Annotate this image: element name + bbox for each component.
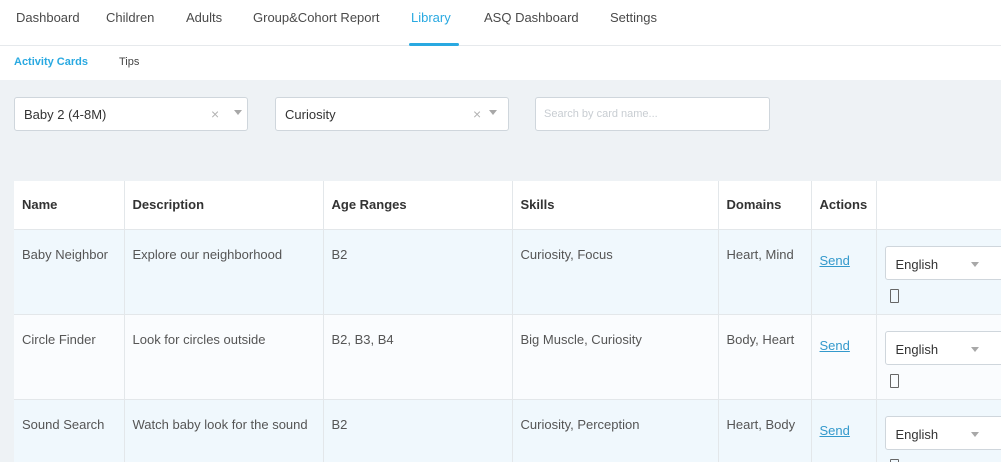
subtab-activity-cards[interactable]: Activity Cards: [14, 56, 88, 68]
skill-select[interactable]: Curiosity ×: [275, 97, 509, 131]
language-select-value: English: [895, 256, 939, 272]
column-header-domains[interactable]: Domains: [718, 181, 812, 230]
chevron-down-icon[interactable]: [970, 261, 979, 267]
card-name: Baby Neighbor: [14, 229, 125, 315]
subtab-tips[interactable]: Tips: [119, 56, 139, 68]
chevron-down-icon[interactable]: [970, 346, 979, 352]
active-tab-indicator: [409, 43, 459, 46]
column-header-name[interactable]: Name: [14, 181, 125, 230]
card-age-ranges: B2: [323, 229, 513, 315]
skill-select-value: Curiosity: [285, 107, 336, 122]
chevron-down-icon[interactable]: [489, 110, 497, 115]
tab-adults[interactable]: Adults: [186, 10, 222, 25]
sub-navigation: Activity Cards Tips: [0, 47, 1001, 80]
card-name-search-input[interactable]: [535, 97, 770, 131]
age-range-select[interactable]: Baby 2 (4-8M) ×: [14, 97, 248, 131]
chevron-down-icon[interactable]: [234, 110, 242, 115]
card-actions: Send: [811, 314, 877, 400]
card-name: Sound Search: [14, 399, 125, 462]
table-header-row: Name Description Age Ranges Skills Domai…: [14, 181, 1001, 230]
column-header-age-ranges[interactable]: Age Ranges: [323, 181, 513, 230]
card-skills: Curiosity, Perception: [512, 399, 719, 462]
table-row: Sound Search Watch baby look for the sou…: [14, 399, 1001, 462]
card-language-cell: English: [876, 399, 1001, 462]
top-navigation: Dashboard Children Adults Group&Cohort R…: [0, 0, 1001, 46]
card-actions: Send: [811, 229, 877, 315]
activity-cards-panel: Baby 2 (4-8M) × Curiosity × Name Descrip…: [0, 80, 1001, 462]
card-age-ranges: B2: [323, 399, 513, 462]
card-age-ranges: B2, B3, B4: [323, 314, 513, 400]
close-icon[interactable]: ×: [473, 106, 481, 122]
tab-group-cohort-report[interactable]: Group&Cohort Report: [253, 10, 379, 25]
table-row: Circle Finder Look for circles outside B…: [14, 314, 1001, 400]
chevron-down-icon[interactable]: [970, 431, 979, 437]
tab-children[interactable]: Children: [106, 10, 154, 25]
table-row: Baby Neighbor Explore our neighborhood B…: [14, 229, 1001, 315]
card-domains: Heart, Body: [718, 399, 812, 462]
card-skills: Curiosity, Focus: [512, 229, 719, 315]
language-select[interactable]: English: [884, 415, 1001, 450]
column-header-skills[interactable]: Skills: [512, 181, 719, 230]
tab-dashboard[interactable]: Dashboard: [16, 10, 80, 25]
activity-cards-table: Name Description Age Ranges Skills Domai…: [14, 181, 1001, 462]
column-header-actions: Actions: [811, 181, 877, 230]
language-select[interactable]: English: [884, 330, 1001, 365]
card-language-cell: English: [876, 229, 1001, 315]
tab-settings[interactable]: Settings: [610, 10, 657, 25]
card-description: Watch baby look for the sound: [124, 399, 324, 462]
age-range-select-value: Baby 2 (4-8M): [24, 107, 107, 122]
column-header-language: [876, 181, 1001, 230]
tab-asq-dashboard[interactable]: ASQ Dashboard: [484, 10, 579, 25]
document-icon[interactable]: [889, 288, 899, 303]
send-link[interactable]: Send: [820, 338, 850, 353]
document-icon[interactable]: [889, 458, 899, 462]
card-skills: Big Muscle, Curiosity: [512, 314, 719, 400]
language-side-button[interactable]: [885, 450, 899, 462]
card-actions: Send: [811, 399, 877, 462]
card-domains: Body, Heart: [718, 314, 812, 400]
card-language-cell: English: [876, 314, 1001, 400]
send-link[interactable]: Send: [820, 423, 850, 438]
card-description: Look for circles outside: [124, 314, 324, 400]
language-select-value: English: [895, 426, 939, 442]
document-icon[interactable]: [889, 373, 899, 388]
language-select-value: English: [895, 341, 939, 357]
language-side-button[interactable]: [885, 365, 899, 399]
card-description: Explore our neighborhood: [124, 229, 324, 315]
language-side-button[interactable]: [885, 280, 899, 314]
card-name: Circle Finder: [14, 314, 125, 400]
card-domains: Heart, Mind: [718, 229, 812, 315]
send-link[interactable]: Send: [820, 253, 850, 268]
tab-library[interactable]: Library: [411, 10, 451, 25]
column-header-description[interactable]: Description: [124, 181, 324, 230]
close-icon[interactable]: ×: [211, 106, 219, 122]
language-select[interactable]: English: [884, 245, 1001, 280]
